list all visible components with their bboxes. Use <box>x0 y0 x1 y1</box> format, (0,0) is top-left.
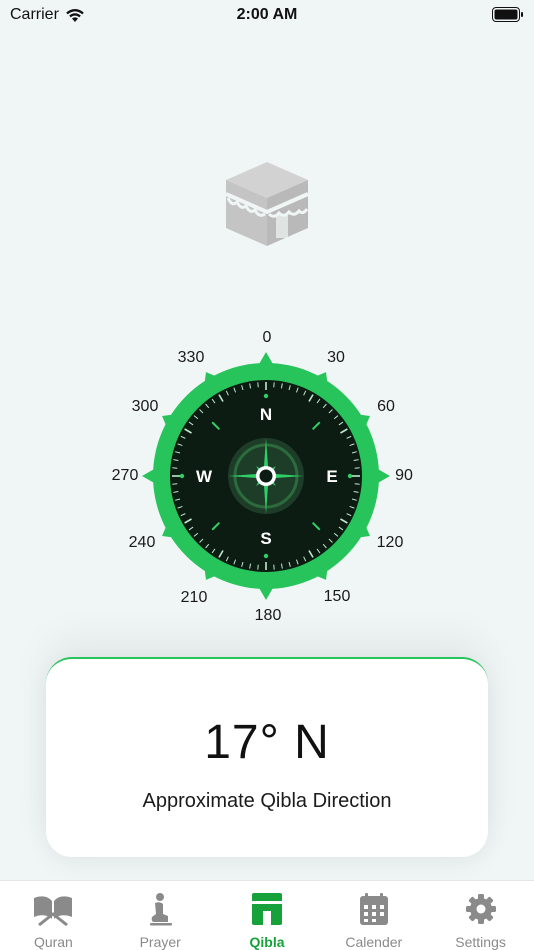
tab-label-settings: Settings <box>455 934 506 950</box>
tab-qibla[interactable]: Qibla <box>214 881 321 950</box>
qibla-direction-card: 17° N Approximate Qibla Direction <box>46 657 488 857</box>
degree-label-330: 330 <box>177 349 205 366</box>
kaaba-icon <box>225 162 309 246</box>
cardinal-south: S <box>260 529 271 548</box>
compass-cardinal-dot <box>347 473 353 479</box>
tab-prayer[interactable]: Prayer <box>107 881 214 950</box>
degree-label-30: 30 <box>327 349 345 366</box>
compass-pointer <box>256 352 276 369</box>
tab-label-prayer: Prayer <box>139 934 181 950</box>
degree-label-0: 0 <box>262 329 272 346</box>
compass-cardinal-dot <box>263 393 269 399</box>
qibla-compass: NESW 0 30 60 90 120 150 180 210 240 270 … <box>102 322 432 632</box>
tab-label-qibla: Qibla <box>249 934 285 950</box>
compass-cardinal-dot <box>179 473 185 479</box>
cardinal-west: W <box>196 467 213 486</box>
degree-label-210: 210 <box>180 589 208 606</box>
degree-label-150: 150 <box>323 588 351 605</box>
calendar-icon <box>359 893 388 925</box>
tab-settings[interactable]: Settings <box>427 881 534 950</box>
tab-quran[interactable]: Quran <box>0 881 107 950</box>
tab-label-calender: Calender <box>345 934 403 950</box>
prayer-person-icon <box>150 893 173 926</box>
compass-pointer <box>373 466 390 486</box>
compass-cardinal-dot <box>263 553 269 559</box>
degree-label-120: 120 <box>376 534 404 551</box>
status-bar: Carrier 2:00 AM <box>0 0 534 32</box>
tab-bar: Quran Prayer Qibla Calender Settings <box>0 880 534 950</box>
compass-dial: N E S W <box>142 352 390 600</box>
cardinal-east: E <box>326 467 337 486</box>
battery-icon <box>492 7 523 22</box>
cardinal-north: N <box>260 405 272 424</box>
compass-pointer <box>142 466 159 486</box>
tab-label-quran: Quran <box>33 934 73 950</box>
gear-icon <box>465 894 496 924</box>
degree-label-300: 300 <box>131 398 159 415</box>
compass-pointer <box>256 583 276 600</box>
qibla-direction-value: 17° N <box>204 716 330 769</box>
quran-book-icon <box>34 896 73 926</box>
kaaba-icon <box>251 893 282 925</box>
compass-center-inner <box>259 469 273 483</box>
degree-label-60: 60 <box>377 398 395 415</box>
degree-label-240: 240 <box>128 534 156 551</box>
degree-label-180: 180 <box>254 607 282 624</box>
tab-calender[interactable]: Calender <box>320 881 427 950</box>
degree-label-270: 270 <box>111 467 139 484</box>
qibla-direction-caption: Approximate Qibla Direction <box>142 790 392 812</box>
status-time: 2:00 AM <box>236 6 298 23</box>
degree-label-90: 90 <box>395 467 413 484</box>
